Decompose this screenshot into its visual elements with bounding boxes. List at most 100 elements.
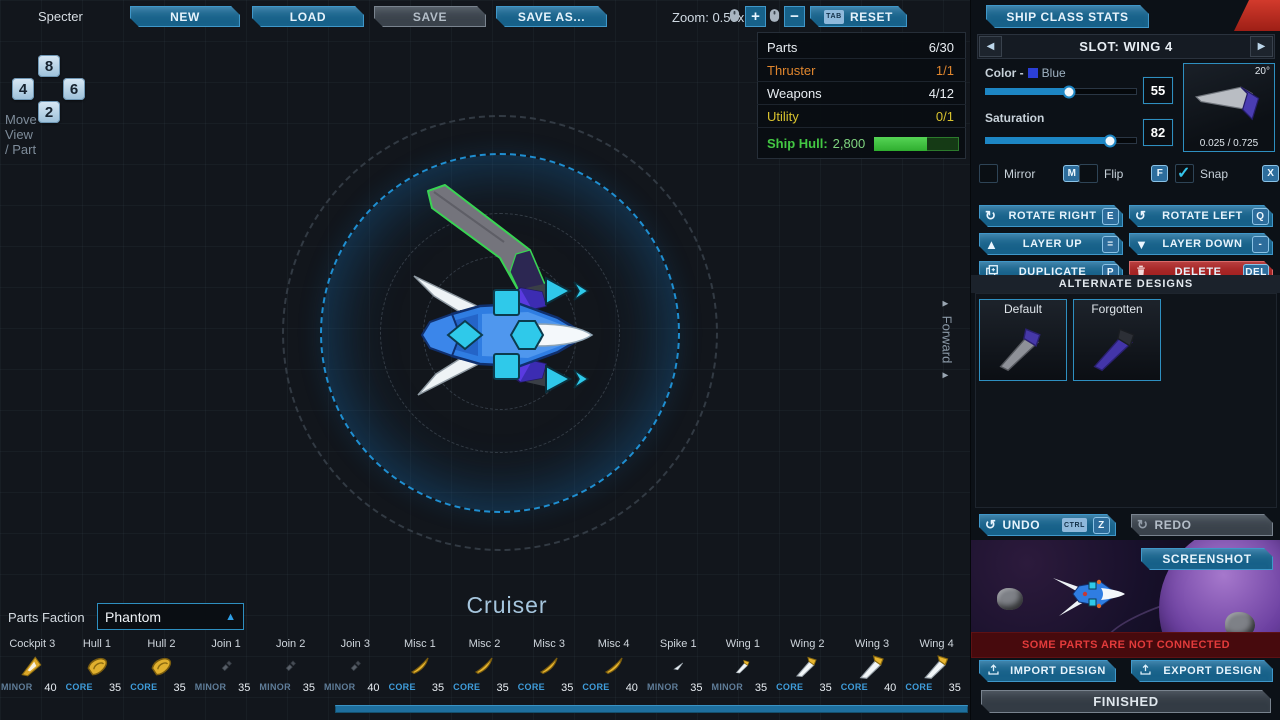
design-tile[interactable]: Default <box>979 299 1067 381</box>
part-item[interactable]: Join 1 MINOR 35 <box>194 636 259 700</box>
cockpit-gold-icon <box>19 650 45 682</box>
part-type-label: CORE <box>453 682 480 694</box>
wing-white-gold-icon <box>919 650 955 682</box>
part-cost-value: 35 <box>174 682 186 694</box>
asteroid <box>1225 612 1255 632</box>
parts-palette: Cockpit 3 MINOR 40 Hull 1 CORE 35 Hull 2 <box>0 636 969 700</box>
new-button[interactable]: NEW <box>130 6 240 27</box>
undo-button[interactable]: ↺ UNDO CTRL Z <box>979 514 1116 536</box>
join-gray-icon <box>218 650 235 682</box>
ship-class-stats-button[interactable]: SHIP CLASS STATS <box>986 5 1149 28</box>
action-key-badge: Q <box>1252 208 1269 225</box>
part-cost-value: 40 <box>367 682 379 694</box>
part-item[interactable]: Cockpit 3 MINOR 40 <box>0 636 65 700</box>
part-item[interactable]: Wing 4 CORE 35 <box>904 636 969 700</box>
part-action-button[interactable]: ↺ ROTATE LEFT Q <box>1129 205 1273 227</box>
design-tile[interactable]: Forgotten <box>1073 299 1161 381</box>
part-item[interactable]: Wing 3 CORE 40 <box>840 636 905 700</box>
stat-label: Weapons <box>767 86 822 101</box>
part-meta: CORE 35 <box>388 682 453 694</box>
color-name: Blue <box>1042 66 1066 80</box>
part-item[interactable]: Hull 2 CORE 35 <box>129 636 194 700</box>
forward-direction-marker: ▲Forward▲ <box>940 290 955 390</box>
action-key-badge: = <box>1102 236 1119 253</box>
part-type-label: MINOR <box>647 682 679 694</box>
ctrl-key-badge: CTRL <box>1062 518 1087 532</box>
part-angle-value: 20° <box>1255 66 1270 77</box>
saturation-slider[interactable] <box>985 137 1137 144</box>
checkbox[interactable] <box>1079 164 1098 183</box>
part-item[interactable]: Spike 1 MINOR 35 <box>646 636 711 700</box>
part-type-label: MINOR <box>712 682 744 694</box>
saturation-value-box[interactable]: 82 <box>1143 119 1173 146</box>
reset-view-button[interactable]: TAB RESET <box>810 6 907 27</box>
saturation-slider-handle[interactable] <box>1103 134 1116 147</box>
ship-stats-panel: Parts 6/30 Thruster 1/1 Weapons 4/12 Uti… <box>757 32 966 159</box>
zoom-out-button[interactable]: − <box>784 6 805 27</box>
mini-ship-icon <box>1049 568 1139 625</box>
part-item[interactable]: Misc 3 CORE 35 <box>517 636 582 700</box>
part-action-button[interactable]: ↻ ROTATE RIGHT E <box>979 205 1123 227</box>
design-name: Default <box>979 302 1067 316</box>
part-item[interactable]: Misc 1 CORE 35 <box>388 636 453 700</box>
part-name: Hull 1 <box>83 638 111 650</box>
ship-scene-preview: SCREENSHOT <box>971 540 1280 632</box>
color-slider-fill <box>985 88 1069 95</box>
next-slot-button[interactable]: ▶ <box>1250 36 1273 57</box>
stat-value: 1/1 <box>936 63 954 78</box>
checkbox[interactable] <box>1175 164 1194 183</box>
part-name: Wing 4 <box>919 638 953 650</box>
parts-faction-value: Phantom <box>105 609 225 625</box>
color-label: Color - <box>985 66 1024 80</box>
part-action-button[interactable]: ▲ LAYER UP = <box>979 233 1123 255</box>
mouse-wheel-icon <box>729 8 740 28</box>
stat-row: Utility 0/1 <box>757 105 966 128</box>
part-name: Wing 1 <box>726 638 760 650</box>
part-item[interactable]: Wing 2 CORE 35 <box>775 636 840 700</box>
color-slider-handle[interactable] <box>1062 85 1075 98</box>
checkbox[interactable] <box>979 164 998 183</box>
wing-purple-dark-icon <box>1086 361 1148 378</box>
part-type-label: CORE <box>841 682 868 694</box>
wing-white-gold-icon <box>735 650 751 682</box>
ship-design[interactable] <box>408 262 608 412</box>
tab-key-badge: TAB <box>824 10 844 24</box>
load-button[interactable]: LOAD <box>252 6 364 27</box>
part-item[interactable]: Join 2 MINOR 35 <box>258 636 323 700</box>
redo-button[interactable]: ↻ REDO <box>1131 514 1273 536</box>
close-button[interactable] <box>1234 0 1280 31</box>
part-name: Cockpit 3 <box>9 638 55 650</box>
redo-icon: ↻ <box>1137 517 1149 533</box>
export-design-button[interactable]: EXPORT DESIGN <box>1131 660 1273 682</box>
part-item[interactable]: Misc 2 CORE 35 <box>452 636 517 700</box>
part-action-button[interactable]: ▼ LAYER DOWN - <box>1129 233 1273 255</box>
save-button[interactable]: SAVE <box>374 6 486 27</box>
part-cost-value: 35 <box>819 682 831 694</box>
finished-button[interactable]: FINISHED <box>981 690 1271 713</box>
chevron-up-icon: ▲ <box>225 611 236 623</box>
color-field-label: Color - Blue <box>985 66 1066 80</box>
part-name: Join 1 <box>211 638 240 650</box>
part-type-label: CORE <box>905 682 932 694</box>
previous-slot-button[interactable]: ◀ <box>979 36 1002 57</box>
part-item[interactable]: Join 3 MINOR 40 <box>323 636 388 700</box>
part-cost-value: 35 <box>432 682 444 694</box>
checkbox-group: Snap X <box>1175 164 1279 183</box>
parts-faction-dropdown[interactable]: Phantom ▲ <box>97 603 244 630</box>
parts-scrollbar[interactable] <box>335 705 968 713</box>
rotate-left-icon: ↺ <box>1135 208 1153 224</box>
part-item[interactable]: Hull 1 CORE 35 <box>65 636 130 700</box>
action-label: LAYER DOWN <box>1153 238 1252 250</box>
part-item[interactable]: Wing 1 MINOR 35 <box>711 636 776 700</box>
misc-gold-icon <box>535 650 563 682</box>
save-as-button[interactable]: SAVE AS... <box>496 6 607 27</box>
part-item[interactable]: Misc 4 CORE 40 <box>581 636 646 700</box>
design-name: Forgotten <box>1073 302 1161 316</box>
color-slider[interactable] <box>985 88 1137 95</box>
zoom-in-button[interactable]: + <box>745 6 766 27</box>
color-value-box[interactable]: 55 <box>1143 77 1173 104</box>
screenshot-button[interactable]: SCREENSHOT <box>1141 548 1273 570</box>
color-swatch <box>1028 68 1038 78</box>
import-design-button[interactable]: IMPORT DESIGN <box>979 660 1116 682</box>
ship-name-label: Specter <box>38 9 83 24</box>
